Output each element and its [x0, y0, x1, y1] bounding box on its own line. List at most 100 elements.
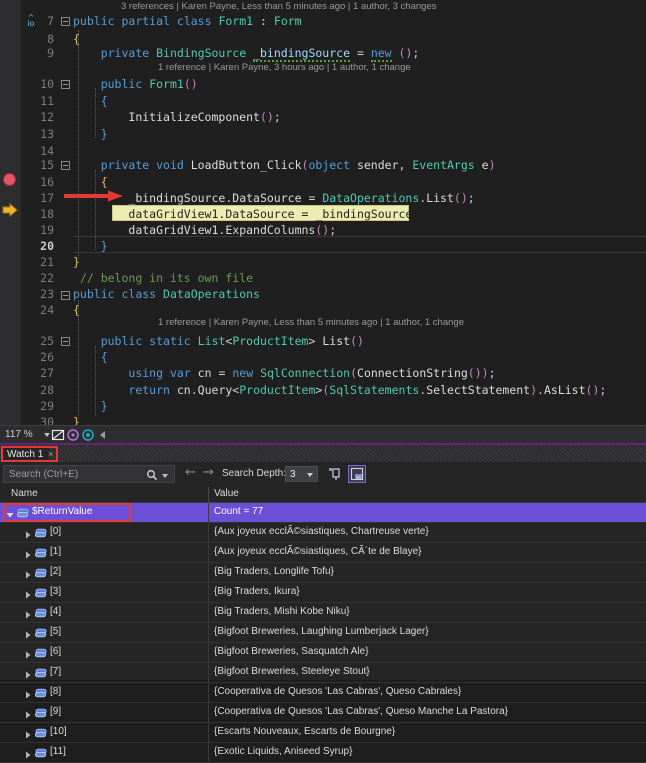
live-share-icon[interactable]	[81, 428, 95, 442]
chevron-right-icon[interactable]	[24, 629, 32, 639]
search-previous-icon[interactable]: ←	[185, 466, 196, 480]
code-line-26[interactable]: {	[73, 350, 108, 364]
chevron-right-icon[interactable]	[24, 749, 32, 759]
watch-row[interactable]: [9] {Cooperativa de Quesos 'Las Cabras', …	[0, 703, 646, 723]
watch-row[interactable]: [4] {Big Traders, Mishi Kobe Niku}	[0, 603, 646, 623]
code-line-16[interactable]: {	[73, 175, 108, 189]
chevron-right-icon[interactable]	[24, 589, 32, 599]
watch-row-name: $ReturnValue	[32, 506, 93, 517]
fold-toggle[interactable]: −	[61, 337, 70, 346]
watch-row-name: [10]	[50, 726, 67, 737]
code-line-30[interactable]: }	[73, 415, 80, 425]
watch-row-value: {Exotic Liquids, Aniseed Syrup}	[214, 746, 353, 757]
search-next-icon[interactable]: →	[203, 466, 214, 480]
zoom-chevron-down-icon[interactable]	[44, 433, 50, 437]
chevron-down-icon[interactable]	[6, 509, 14, 518]
watch-row[interactable]: [7] {Bigfoot Breweries, Steeleye Stout}	[0, 663, 646, 683]
codelens-annotation[interactable]: 3 references | Karen Payne, Less than 5 …	[121, 1, 436, 12]
row-column-divider	[208, 703, 209, 722]
line-number: 11	[40, 94, 54, 108]
code-line-15[interactable]: private void LoadButton_Click(object sen…	[73, 158, 496, 172]
watch-row-name: [8]	[50, 686, 62, 697]
watch-row[interactable]: [11] {Exotic Liquids, Aniseed Syrup}	[0, 743, 646, 763]
column-divider[interactable]	[208, 487, 209, 502]
watch-row[interactable]: [8] {Cooperativa de Quesos 'Las Cabras', …	[0, 683, 646, 703]
search-icon[interactable]	[146, 469, 158, 481]
chevron-right-icon[interactable]	[24, 609, 32, 619]
watch-row-name: [11]	[50, 746, 66, 757]
chevron-right-icon[interactable]	[24, 569, 32, 579]
search-options-chevron-down-icon[interactable]	[162, 474, 168, 478]
fold-toggle[interactable]: −	[61, 291, 70, 300]
code-text-area[interactable]: 3 references | Karen Payne, Less than 5 …	[21, 0, 646, 425]
code-line-29[interactable]: }	[73, 399, 108, 413]
code-line-20[interactable]: }	[73, 239, 108, 253]
column-header-value[interactable]: Value	[214, 488, 239, 499]
code-line-11[interactable]: {	[73, 94, 108, 108]
search-depth-select[interactable]: 3	[285, 466, 318, 482]
codelens-annotation[interactable]: 1 reference | Karen Payne, Less than 5 m…	[158, 317, 464, 328]
code-line-27[interactable]: using var cn = new SqlConnection(Connect…	[73, 366, 495, 380]
intellicode-icon[interactable]	[66, 428, 80, 442]
object-value-icon	[34, 627, 47, 639]
pin-column-button[interactable]	[326, 465, 344, 483]
chevron-right-icon[interactable]	[24, 529, 32, 539]
zoom-level-label[interactable]: 117 %	[5, 429, 33, 440]
fold-toggle[interactable]: −	[61, 17, 70, 26]
fold-toggle[interactable]: −	[61, 161, 70, 170]
row-column-divider	[208, 603, 209, 622]
code-line-7[interactable]: public partial class Form1 : Form	[73, 14, 302, 28]
tab-watch-1[interactable]: Watch 1	[2, 447, 50, 462]
chevron-right-icon[interactable]	[24, 669, 32, 679]
object-value-icon	[34, 567, 47, 579]
search-input[interactable]: Search (Ctrl+E)	[3, 465, 175, 483]
chevron-right-icon[interactable]	[24, 729, 32, 739]
watch-row[interactable]: [5] {Bigfoot Breweries, Laughing Lumberja…	[0, 623, 646, 643]
watch-row[interactable]: [0] {Aux joyeux ecclÃ©siastiques, Chartre…	[0, 523, 646, 543]
object-value-icon	[34, 547, 47, 559]
code-line-22[interactable]: // belong in its own file	[73, 271, 253, 285]
watch-row[interactable]: [3] {Big Traders, Ikura}	[0, 583, 646, 603]
chevron-right-icon[interactable]	[24, 649, 32, 659]
watch-row[interactable]: [10] {Escarts Nouveaux, Escarts de Bourgn…	[0, 723, 646, 743]
watch-row-name: [3]	[50, 586, 62, 597]
column-header-name[interactable]: Name	[11, 488, 38, 499]
watch-tabstrip[interactable]: Watch 1 ×	[0, 445, 646, 462]
code-line-19[interactable]: dataGridView1.ExpandColumns();	[73, 223, 336, 237]
code-editor[interactable]: ^ io 3 references | Karen Payne, Less tha…	[0, 0, 646, 425]
code-line-28[interactable]: return cn.Query<ProductItem>(SqlStatemen…	[73, 383, 606, 397]
search-depth-chevron-down-icon[interactable]	[307, 473, 313, 477]
code-line-18[interactable]: dataGridView1.DataSource = _bindingSourc…	[73, 207, 419, 221]
no-issues-icon[interactable]	[51, 428, 65, 442]
watch-row[interactable]: [6] {Bigfoot Breweries, Sasquatch Ale}	[0, 643, 646, 663]
line-number: 26	[40, 350, 54, 364]
chevron-right-icon[interactable]	[24, 549, 32, 559]
code-line-12[interactable]: InitializeComponent();	[73, 110, 280, 124]
fold-toggle[interactable]: −	[61, 80, 70, 89]
chevron-right-icon[interactable]	[24, 709, 32, 719]
line-number: 27	[40, 366, 54, 380]
code-line-9[interactable]: private BindingSource _bindingSource = n…	[73, 46, 419, 62]
watch-row-value: {Big Traders, Ikura}	[214, 586, 300, 597]
watch-row[interactable]: $ReturnValue Count = 77	[0, 503, 646, 523]
horizontal-scroll-left-icon[interactable]	[100, 431, 105, 439]
watch-window[interactable]: Watch 1 × Search (Ctrl+E) ← → Search Dep…	[0, 443, 646, 763]
tab-close-icon[interactable]: ×	[48, 450, 53, 459]
codelens-annotation[interactable]: 1 reference | Karen Payne, 3 hours ago |…	[158, 62, 411, 73]
watch-row[interactable]: [2] {Big Traders, Longlife Tofu}	[0, 563, 646, 583]
show-raw-values-button[interactable]: ab	[348, 465, 366, 483]
editor-status-bar[interactable]: 117 %	[0, 425, 646, 443]
line-number: 16	[40, 175, 54, 189]
breakpoint-icon[interactable]	[3, 173, 16, 186]
code-line-23[interactable]: public class DataOperations	[73, 287, 260, 301]
code-line-24[interactable]: {	[73, 303, 80, 317]
code-line-21[interactable]: }	[73, 255, 80, 269]
chevron-right-icon[interactable]	[24, 689, 32, 699]
code-line-17[interactable]: _bindingSource.DataSource = DataOperatio…	[73, 191, 474, 205]
watch-toolbar[interactable]: Search (Ctrl+E) ← → Search Depth: 3 ab	[0, 462, 646, 486]
watch-row[interactable]: [1] {Aux joyeux ecclÃ©siastiques, CÃ´te d…	[0, 543, 646, 563]
code-line-13[interactable]: }	[73, 127, 108, 141]
code-line-25[interactable]: public static List<ProductItem> List()	[73, 334, 364, 348]
code-line-8[interactable]: {	[73, 32, 80, 46]
code-line-10[interactable]: public Form1()	[73, 77, 198, 91]
